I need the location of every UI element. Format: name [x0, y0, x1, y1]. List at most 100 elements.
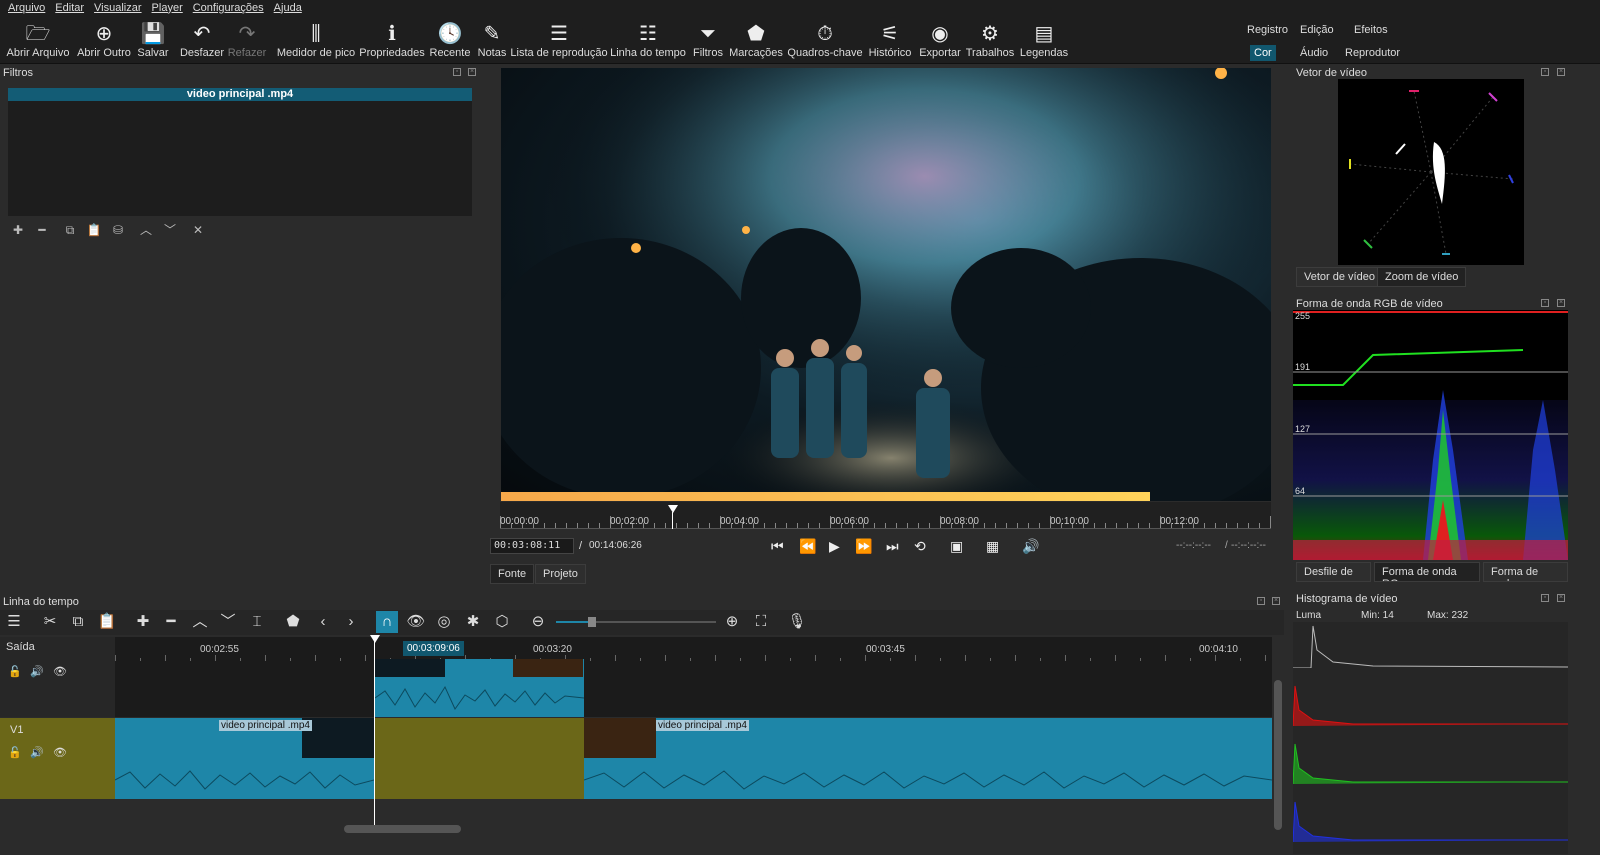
- tab-rgb-waveform[interactable]: Forma de onda RG...: [1374, 562, 1480, 582]
- v1-gap[interactable]: [374, 718, 584, 799]
- skip-next-icon[interactable]: ⏭: [886, 538, 899, 554]
- menu-player[interactable]: Player: [152, 2, 183, 14]
- record-audio-icon[interactable]: 🎙: [786, 611, 808, 633]
- track-header-output[interactable]: Saída 🔓 🔊 👁: [0, 637, 115, 717]
- copy-icon[interactable]: ⧉: [67, 611, 89, 633]
- play-icon[interactable]: ▶: [829, 538, 840, 554]
- float-icon[interactable]: ▫: [1541, 68, 1549, 76]
- float-icon[interactable]: ▫: [1257, 597, 1265, 605]
- lift-icon[interactable]: ︿: [189, 611, 211, 633]
- move-up-icon[interactable]: ︿: [137, 222, 155, 238]
- vertical-scrollbar[interactable]: [1274, 680, 1282, 830]
- workspace-0[interactable]: Cor: [1250, 45, 1276, 61]
- close-icon[interactable]: ×: [1272, 597, 1280, 605]
- zoom-in-icon[interactable]: ⊕: [721, 611, 743, 633]
- tab-parade[interactable]: Desfile de p...: [1296, 562, 1371, 582]
- tab-video-zoom[interactable]: Zoom de vídeo: [1377, 267, 1467, 287]
- output-track[interactable]: [115, 661, 1272, 717]
- close-icon[interactable]: ×: [1557, 594, 1565, 602]
- loop-icon[interactable]: ⟲: [914, 538, 926, 554]
- workspace-efeitos[interactable]: Efeitos: [1350, 22, 1392, 38]
- next-marker-icon[interactable]: ›: [340, 611, 362, 633]
- visibility-icon[interactable]: 👁: [53, 746, 67, 759]
- paste-icon[interactable]: 📋: [96, 611, 118, 633]
- tab-waveform[interactable]: Forma de ond...: [1483, 562, 1568, 582]
- tab-video-vector[interactable]: Vetor de vídeo: [1296, 267, 1383, 287]
- visibility-icon[interactable]: 👁: [53, 665, 67, 678]
- playlist-icon: ☰: [550, 23, 568, 45]
- zoom-out-icon[interactable]: ⊖: [527, 611, 549, 633]
- close-icon[interactable]: ×: [1557, 68, 1565, 76]
- ripple-icon[interactable]: ◎: [433, 611, 455, 633]
- ripple-all-icon[interactable]: ✱: [462, 611, 484, 633]
- cut-icon[interactable]: ✂: [39, 611, 61, 633]
- timeline-playhead[interactable]: [370, 635, 380, 643]
- float-icon[interactable]: ▫: [453, 68, 461, 76]
- float-icon[interactable]: ▫: [1541, 594, 1549, 602]
- v1-clip-1[interactable]: video principal .mp4: [115, 718, 374, 799]
- volume-icon[interactable]: 🔊: [1022, 538, 1039, 554]
- timeline-ruler[interactable]: 00:02:55 00:03:20 00:03:45 00:04:10: [115, 637, 1272, 661]
- ripple-markers-icon[interactable]: ⬡: [491, 611, 513, 633]
- save-filter-icon[interactable]: ⛁: [109, 222, 127, 238]
- ruler-tick: [1204, 523, 1205, 528]
- filters-list[interactable]: [8, 88, 472, 216]
- output-clip[interactable]: [375, 659, 584, 717]
- track-header-v1[interactable]: V1 🔓 🔊 👁: [0, 718, 115, 799]
- video-viewer[interactable]: [501, 68, 1271, 501]
- horizontal-scrollbar[interactable]: [344, 825, 461, 833]
- deselect-filter-icon[interactable]: ✕: [189, 222, 207, 238]
- add-filter-icon[interactable]: ✚: [9, 222, 27, 238]
- ruler-tick: [1215, 523, 1216, 528]
- timeline-menu-icon[interactable]: ☰: [3, 611, 25, 633]
- close-icon[interactable]: ×: [468, 68, 476, 76]
- workspace-2[interactable]: Reprodutor: [1341, 45, 1404, 61]
- tab-project[interactable]: Projeto: [535, 564, 586, 584]
- mute-icon[interactable]: 🔊: [30, 665, 44, 678]
- scrub-icon[interactable]: 👁: [405, 611, 427, 633]
- menu-ajuda[interactable]: Ajuda: [274, 2, 302, 14]
- append-icon[interactable]: ✚: [132, 611, 154, 633]
- ripple-delete-icon[interactable]: ━: [160, 611, 182, 633]
- menu-visualizar[interactable]: Visualizar: [94, 2, 142, 14]
- player-playhead-line: [672, 512, 673, 529]
- split-icon[interactable]: ⌶: [246, 611, 268, 633]
- snap-icon[interactable]: ∩: [376, 611, 398, 633]
- lock-icon[interactable]: 🔓: [8, 665, 22, 678]
- menu-configuraes[interactable]: Configurações: [193, 2, 264, 14]
- workspace-registro[interactable]: Registro: [1243, 22, 1292, 38]
- move-down-icon[interactable]: ﹀: [161, 222, 179, 238]
- close-icon[interactable]: ×: [1557, 299, 1565, 307]
- skip-previous-icon[interactable]: ⏮: [771, 538, 784, 554]
- mute-icon[interactable]: 🔊: [30, 746, 44, 759]
- remove-filter-icon[interactable]: ━: [33, 222, 51, 238]
- timeline-title: Linha do tempo: [3, 596, 79, 608]
- rewind-icon[interactable]: ⏪: [799, 538, 816, 554]
- lock-icon[interactable]: 🔓: [8, 746, 22, 759]
- grid-icon[interactable]: ▦: [986, 538, 999, 554]
- zoom-fit-icon[interactable]: ⛶: [750, 611, 772, 633]
- toolbar-button-9[interactable]: ☰ Lista de reprodução: [510, 19, 607, 61]
- v1-clip-2[interactable]: video principal .mp4: [584, 718, 1272, 799]
- zoom-slider-handle[interactable]: [588, 617, 596, 627]
- workspace-edição[interactable]: Edição: [1296, 22, 1338, 38]
- copy-filter-icon[interactable]: ⧉: [61, 222, 79, 238]
- player-playhead[interactable]: [668, 505, 678, 513]
- previous-marker-icon[interactable]: ‹: [312, 611, 334, 633]
- clip-label: video principal .mp4: [656, 720, 749, 731]
- fast-forward-icon[interactable]: ⏩: [855, 538, 872, 554]
- float-icon[interactable]: ▫: [1541, 299, 1549, 307]
- marker-icon[interactable]: ⬟: [282, 611, 304, 633]
- overwrite-icon[interactable]: ﹀: [217, 611, 239, 633]
- menu-editar[interactable]: Editar: [55, 2, 84, 14]
- ruler-tick: [687, 523, 688, 528]
- zoom-icon[interactable]: ▣: [950, 538, 963, 554]
- tab-source[interactable]: Fonte: [490, 564, 535, 584]
- toolbar-button-17[interactable]: ▤ Legendas: [999, 19, 1089, 61]
- workspace-1[interactable]: Áudio: [1296, 45, 1332, 61]
- player-ruler[interactable]: 00:00:00 00:02:00 00:04:00 00:06:00 00:08:00…: [500, 502, 1271, 529]
- menu-arquivo[interactable]: Arquivo: [8, 2, 45, 14]
- position-timecode[interactable]: 00:03:08:11: [490, 538, 574, 554]
- ruler-label: 00:08:00: [940, 516, 979, 527]
- paste-filter-icon[interactable]: 📋: [85, 222, 103, 238]
